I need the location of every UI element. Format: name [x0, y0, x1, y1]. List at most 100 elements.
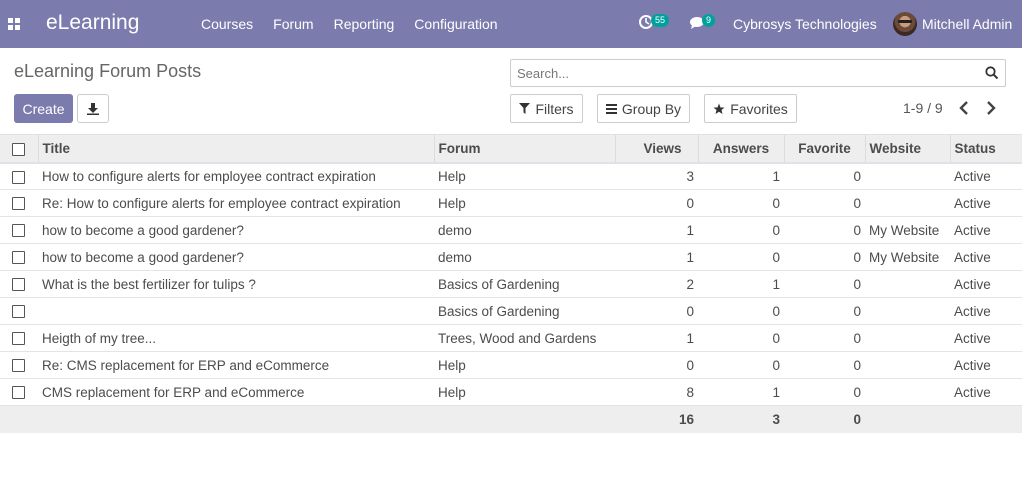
- cell-answers: 1: [698, 378, 784, 406]
- cell-status: Active: [950, 324, 1022, 352]
- row-checkbox[interactable]: [0, 324, 38, 352]
- table-row[interactable]: how to become a good gardener? demo 1 0 0 My …: [0, 216, 1022, 244]
- create-button[interactable]: Create: [14, 94, 73, 123]
- pager-previous-icon[interactable]: [958, 100, 970, 116]
- filters-button[interactable]: Filters: [510, 94, 583, 123]
- row-checkbox[interactable]: [0, 189, 38, 217]
- search-icon[interactable]: [985, 66, 999, 80]
- totals-row: 16 3 0: [0, 405, 1022, 433]
- page-title: eLearning Forum Posts: [14, 61, 202, 81]
- messages-count-badge: 9: [702, 14, 716, 27]
- cell-favorite: 0: [784, 324, 865, 352]
- cell-title: how to become a good gardener?: [38, 216, 434, 244]
- row-checkbox[interactable]: [0, 270, 38, 298]
- cell-website: [865, 378, 950, 406]
- menu-configuration[interactable]: Configuration: [414, 16, 497, 32]
- cell-forum: Help: [434, 351, 615, 379]
- column-website[interactable]: Website: [864, 134, 950, 164]
- cell-views: 0: [615, 189, 698, 217]
- row-checkbox[interactable]: [0, 297, 38, 325]
- cell-views: 1: [615, 243, 698, 271]
- cell-status: Active: [950, 216, 1022, 244]
- cell-title: What is the best fertilizer for tulips ?: [38, 270, 434, 298]
- column-favorite[interactable]: Favorite: [783, 134, 865, 164]
- cell-views: 0: [615, 297, 698, 325]
- cell-favorite: 0: [784, 243, 865, 271]
- cell-website: [865, 189, 950, 217]
- row-checkbox[interactable]: [0, 216, 38, 244]
- cell-forum: Help: [434, 189, 615, 217]
- search-input[interactable]: [511, 60, 971, 86]
- column-views[interactable]: Views: [614, 134, 698, 164]
- row-checkbox[interactable]: [0, 162, 38, 190]
- cell-website: [865, 351, 950, 379]
- menu-courses[interactable]: Courses: [201, 16, 253, 32]
- cell-answers: 1: [698, 270, 784, 298]
- search-bar: [510, 59, 1006, 87]
- cell-forum: Help: [434, 162, 615, 190]
- total-answers: 3: [698, 405, 784, 433]
- menu-forum[interactable]: Forum: [273, 16, 313, 32]
- cell-status: Active: [950, 297, 1022, 325]
- select-all-checkbox[interactable]: [0, 134, 38, 164]
- column-answers[interactable]: Answers: [697, 134, 784, 164]
- cell-title: [38, 297, 434, 325]
- row-checkbox[interactable]: [0, 351, 38, 379]
- cell-website: [865, 297, 950, 325]
- company-switcher[interactable]: Cybrosys Technologies: [733, 16, 877, 32]
- cell-answers: 0: [698, 297, 784, 325]
- table-row[interactable]: how to become a good gardener? demo 1 0 0 My …: [0, 243, 1022, 271]
- activity-count-badge: 55: [651, 14, 670, 27]
- cell-website: [865, 270, 950, 298]
- cell-views: 3: [615, 162, 698, 190]
- filter-icon: [519, 103, 531, 114]
- main-menu: Courses Forum Reporting Configuration: [201, 16, 518, 32]
- cell-forum: Basics of Gardening: [434, 297, 615, 325]
- table-row[interactable]: Basics of Gardening 0 0 0 Active: [0, 297, 1022, 325]
- table-row[interactable]: Heigth of my tree... Trees, Wood and Gard…: [0, 324, 1022, 352]
- cell-status: Active: [950, 243, 1022, 271]
- cell-favorite: 0: [784, 162, 865, 190]
- cell-views: 2: [615, 270, 698, 298]
- table-header-row: Title Forum Views Answers Favorite Websi…: [0, 134, 1022, 164]
- download-icon: [87, 102, 99, 115]
- app-brand[interactable]: eLearning: [46, 11, 139, 35]
- cell-website: [865, 162, 950, 190]
- group-by-button[interactable]: Group By: [597, 94, 690, 123]
- total-favorite: 0: [784, 405, 865, 433]
- menu-reporting[interactable]: Reporting: [334, 16, 395, 32]
- cell-views: 1: [615, 324, 698, 352]
- cell-website: [865, 324, 950, 352]
- forum-posts-table: Title Forum Views Answers Favorite Websi…: [0, 134, 1022, 433]
- row-checkbox[interactable]: [0, 243, 38, 271]
- cell-favorite: 0: [784, 270, 865, 298]
- apps-menu-icon[interactable]: [8, 18, 21, 30]
- filters-label: Filters: [535, 100, 574, 117]
- export-button[interactable]: [77, 94, 109, 123]
- pager-value[interactable]: 1-9 / 9: [903, 100, 943, 116]
- pager-next-icon[interactable]: [985, 100, 997, 116]
- user-menu[interactable]: Mitchell Admin: [922, 16, 1012, 32]
- column-forum[interactable]: Forum: [433, 134, 615, 164]
- cell-forum: demo: [434, 243, 615, 271]
- table-row[interactable]: Re: CMS replacement for ERP and eCommerc…: [0, 351, 1022, 379]
- table-row[interactable]: How to configure alerts for employee con…: [0, 162, 1022, 190]
- cell-forum: Help: [434, 378, 615, 406]
- user-avatar[interactable]: [893, 12, 917, 36]
- cell-favorite: 0: [784, 378, 865, 406]
- cell-title: Re: CMS replacement for ERP and eCommerc…: [38, 351, 434, 379]
- table-row[interactable]: What is the best fertilizer for tulips ?…: [0, 270, 1022, 298]
- cell-answers: 0: [698, 324, 784, 352]
- table-row[interactable]: Re: How to configure alerts for employee…: [0, 189, 1022, 217]
- favorites-button[interactable]: Favorites: [704, 94, 797, 123]
- row-checkbox[interactable]: [0, 378, 38, 406]
- column-status[interactable]: Status: [949, 134, 1022, 164]
- column-title[interactable]: Title: [37, 134, 434, 164]
- cell-title: Re: How to configure alerts for employee…: [38, 189, 434, 217]
- table-row[interactable]: CMS replacement for ERP and eCommerce Hel…: [0, 378, 1022, 406]
- bars-icon: [605, 103, 617, 114]
- cell-title: Heigth of my tree...: [38, 324, 434, 352]
- cell-forum: Trees, Wood and Gardens: [434, 324, 615, 352]
- cell-favorite: 0: [784, 216, 865, 244]
- cell-views: 8: [615, 378, 698, 406]
